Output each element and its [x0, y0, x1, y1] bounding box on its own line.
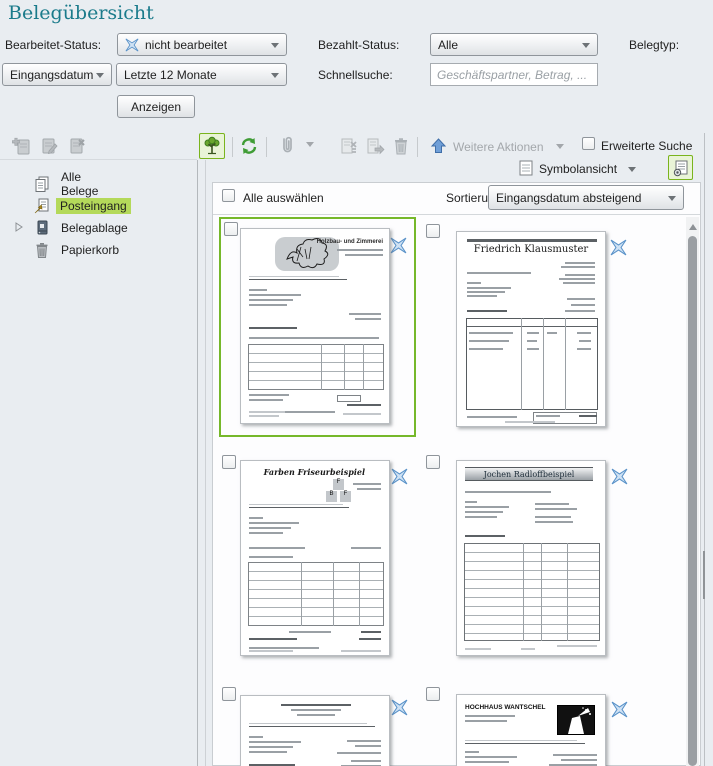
sidebar-item-label: Papierkorb: [57, 242, 123, 258]
sidebar-item-label: Alle Belege: [57, 169, 102, 199]
expander-icon[interactable]: [15, 222, 23, 232]
edit-document-button[interactable]: [336, 133, 362, 159]
doc-header: HOCHHAUS WANTSCHEL: [465, 704, 546, 711]
doc1-pin-icon[interactable]: [390, 237, 407, 254]
attach-file-button[interactable]: [274, 133, 300, 159]
delete-register-button[interactable]: [64, 133, 90, 159]
doc1-checkbox[interactable]: [224, 222, 238, 236]
document-thumbnail[interactable]: Holzbau- und Zimmerei: [240, 228, 390, 424]
chevron-down-icon: [271, 43, 279, 48]
doc5-checkbox[interactable]: [222, 687, 236, 701]
trash-icon: [392, 136, 410, 156]
document-thumbnail[interactable]: HOCHHAUS WANTSCHEL: [456, 694, 606, 766]
logo-letter: F: [333, 479, 344, 490]
select-all-label: Alle auswählen: [243, 191, 324, 205]
tree-view-toggle-button[interactable]: [199, 133, 225, 159]
up-arrow-icon: [430, 137, 447, 155]
bezahlt-status-value: Alle: [438, 38, 458, 52]
add-register-button[interactable]: [8, 133, 34, 159]
doc5-pin-icon[interactable]: [391, 699, 408, 716]
chevron-down-icon: [96, 73, 104, 78]
bezahlt-status-select[interactable]: Alle: [430, 33, 598, 56]
tree-icon: [202, 136, 222, 156]
date-range-select[interactable]: Letzte 12 Monate: [116, 63, 287, 86]
delete-document-button[interactable]: [388, 133, 414, 159]
date-field-select[interactable]: Eingangsdatum: [2, 63, 112, 86]
view-mode-arrow[interactable]: [628, 167, 636, 172]
splitter-handle[interactable]: [703, 551, 705, 599]
anzeigen-button[interactable]: Anzeigen: [117, 95, 195, 118]
bearbeitet-status-select[interactable]: nicht bearbeitet: [117, 33, 287, 56]
bezahlt-status-label: Bezahlt-Status:: [318, 38, 399, 52]
doc-header: Jochen Radloffbeispiel: [465, 467, 593, 481]
logo-image: [557, 705, 595, 735]
doc3-pin-icon[interactable]: [391, 468, 408, 485]
schnellsuche-label: Schnellsuche:: [318, 68, 393, 82]
erweiterte-suche-checkbox[interactable]: [582, 137, 595, 150]
bearbeitet-status-label: Bearbeitet-Status:: [5, 38, 101, 52]
symbolansicht-icon: [519, 160, 533, 176]
paperclip-icon: [278, 136, 296, 156]
document-preview-icon: [672, 159, 690, 177]
doc2-pin-icon[interactable]: [610, 239, 627, 256]
edit-register-button[interactable]: [36, 133, 62, 159]
date-range-value: Letzte 12 Monate: [124, 68, 217, 82]
sort-select[interactable]: Eingangsdatum absteigend: [488, 185, 684, 210]
inbox-document-icon: [33, 197, 51, 215]
pin-icon: [125, 38, 139, 52]
attach-dropdown-arrow[interactable]: [306, 142, 314, 147]
binder-icon: [33, 219, 51, 237]
doc4-checkbox[interactable]: [426, 455, 440, 469]
scrollbar-thumb[interactable]: [688, 236, 697, 766]
doc-header: Friedrich Klausmuster: [457, 244, 605, 255]
document-thumbnail[interactable]: Jochen Radloffbeispiel: [456, 460, 606, 656]
preview-pane-toggle-button[interactable]: [668, 155, 693, 180]
chevron-down-icon: [582, 43, 590, 48]
erweiterte-suche-label: Erweiterte Suche: [601, 139, 692, 153]
document-thumbnail[interactable]: Farben Friseurbeispiel F B F: [240, 460, 390, 656]
doc2-checkbox[interactable]: [426, 224, 440, 238]
select-all-checkbox[interactable]: [222, 189, 235, 202]
weitere-aktionen-arrow[interactable]: [556, 144, 564, 149]
bearbeitet-status-value: nicht bearbeitet: [145, 38, 227, 52]
scrollbar-up-arrow[interactable]: [689, 224, 697, 230]
sidebar-item-label: Belegablage: [57, 220, 132, 236]
beleguebersicht-window: Belegübersicht Bearbeitet-Status: nicht …: [0, 0, 713, 766]
documents-stack-icon: [33, 175, 51, 193]
document-thumbnail[interactable]: [240, 695, 390, 766]
pane-splitter[interactable]: [704, 133, 705, 766]
doc6-checkbox[interactable]: [426, 687, 440, 701]
refresh-icon: [239, 136, 259, 156]
refresh-button[interactable]: [236, 133, 262, 159]
belegtyp-label: Belegtyp:: [629, 38, 679, 52]
date-field-value: Eingangsdatum: [10, 68, 93, 82]
logo-letter: F: [340, 491, 351, 502]
upload-button[interactable]: [425, 133, 451, 159]
schnellsuche-input[interactable]: [430, 63, 598, 86]
doc-header: Holzbau- und Zimmerei: [317, 239, 383, 246]
weitere-aktionen-menu[interactable]: Weitere Aktionen: [453, 140, 544, 154]
doc-header: Farben Friseurbeispiel: [264, 467, 365, 477]
chevron-down-icon: [668, 196, 676, 201]
doc4-pin-icon[interactable]: [611, 468, 628, 485]
export-document-button[interactable]: [362, 133, 388, 159]
view-mode-select[interactable]: Symbolansicht: [539, 162, 617, 176]
page-title: Belegübersicht: [8, 2, 154, 24]
document-thumbnail[interactable]: Friedrich Klausmuster: [456, 231, 606, 427]
logo-letter: B: [326, 491, 337, 502]
sidebar-item-label: Posteingang: [56, 198, 131, 214]
doc6-pin-icon[interactable]: [611, 701, 628, 718]
trash-icon: [34, 241, 50, 259]
sort-value: Eingangsdatum absteigend: [496, 191, 641, 205]
chevron-down-icon: [271, 73, 279, 78]
doc3-checkbox[interactable]: [222, 455, 236, 469]
